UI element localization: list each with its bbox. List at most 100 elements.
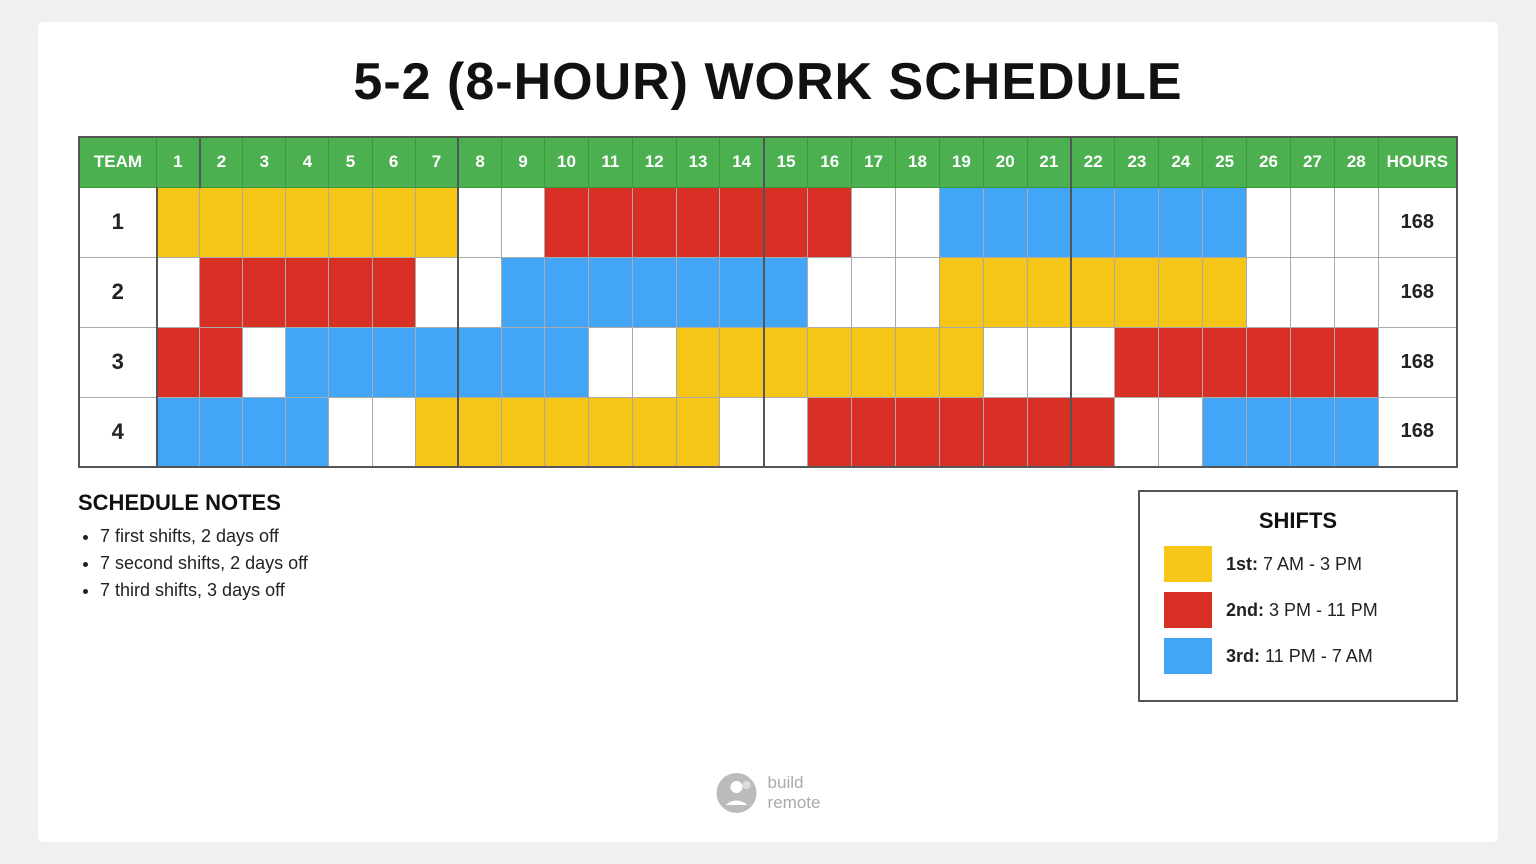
day-cell [764,257,808,327]
day-cell [243,327,286,397]
day-cell [764,397,808,467]
day-cell [808,257,852,327]
header-day-5: 5 [329,137,372,187]
day-cell [852,397,896,467]
day-cell [1290,327,1334,397]
hours-cell: 168 [1378,257,1457,327]
day-cell [157,187,200,257]
day-cell [329,327,372,397]
day-cell [243,187,286,257]
day-cell [1071,187,1115,257]
day-cell [458,327,501,397]
day-cell [983,327,1027,397]
day-cell [1027,257,1071,327]
day-cell [501,257,544,327]
team-cell: 2 [79,257,157,327]
day-cell [1203,187,1247,257]
day-cell [501,397,544,467]
day-cell [545,257,589,327]
day-cell [200,257,243,327]
header-day-17: 17 [852,137,896,187]
header-day-4: 4 [286,137,329,187]
header-day-12: 12 [632,137,676,187]
day-cell [1159,327,1203,397]
day-cell [1247,257,1291,327]
day-cell [157,327,200,397]
day-cell [415,327,458,397]
legend-label: 3rd: 11 PM - 7 AM [1226,646,1373,667]
day-cell [243,397,286,467]
day-cell [1334,397,1378,467]
day-cell [545,187,589,257]
day-cell [720,187,764,257]
header-day-25: 25 [1203,137,1247,187]
hours-cell: 168 [1378,397,1457,467]
day-cell [243,257,286,327]
header-day-19: 19 [939,137,983,187]
day-cell [286,397,329,467]
legend-label: 2nd: 3 PM - 11 PM [1226,600,1378,621]
day-cell [372,327,415,397]
legend-item: 2nd: 3 PM - 11 PM [1164,592,1432,628]
notes-title: SCHEDULE NOTES [78,490,1098,516]
day-cell [939,327,983,397]
day-cell [1115,327,1159,397]
table-row: 3168 [79,327,1457,397]
page-title: 5-2 (8-HOUR) WORK SCHEDULE [353,52,1182,112]
day-cell [808,327,852,397]
day-cell [372,257,415,327]
day-cell [939,397,983,467]
day-cell [200,187,243,257]
day-cell [1115,257,1159,327]
day-cell [588,397,632,467]
day-cell [1071,257,1115,327]
day-cell [286,327,329,397]
legend-title: SHIFTS [1164,508,1432,534]
day-cell [1203,257,1247,327]
header-day-7: 7 [415,137,458,187]
table-row: 1168 [79,187,1457,257]
day-cell [200,327,243,397]
header-day-8: 8 [458,137,501,187]
day-cell [939,187,983,257]
day-cell [676,327,720,397]
day-cell [676,257,720,327]
day-cell [896,187,940,257]
day-cell [1334,327,1378,397]
day-cell [286,257,329,327]
day-cell [852,257,896,327]
day-cell [1203,397,1247,467]
legend-box: SHIFTS 1st: 7 AM - 3 PM2nd: 3 PM - 11 PM… [1138,490,1458,702]
day-cell [720,257,764,327]
day-cell [458,397,501,467]
day-cell [415,187,458,257]
day-cell [501,187,544,257]
day-cell [764,187,808,257]
schedule-table: TEAM 1 2 3 4 5 6 7 8 9 10 11 12 13 14 15… [78,136,1458,468]
header-hours: HOURS [1378,137,1457,187]
day-cell [415,397,458,467]
day-cell [157,257,200,327]
day-cell [1071,327,1115,397]
day-cell [588,327,632,397]
header-day-28: 28 [1334,137,1378,187]
day-cell [1247,327,1291,397]
day-cell [676,397,720,467]
day-cell [1334,187,1378,257]
day-cell [1290,257,1334,327]
day-cell [1159,257,1203,327]
day-cell [983,397,1027,467]
header-day-14: 14 [720,137,764,187]
day-cell [720,397,764,467]
day-cell [764,327,808,397]
bottom-section: SCHEDULE NOTES 7 first shifts, 2 days of… [78,490,1458,812]
day-cell [200,397,243,467]
team-cell: 4 [79,397,157,467]
header-day-2: 2 [200,137,243,187]
hours-cell: 168 [1378,327,1457,397]
day-cell [676,187,720,257]
header-day-26: 26 [1247,137,1291,187]
header-team: TEAM [79,137,157,187]
day-cell [896,257,940,327]
legend-items: 1st: 7 AM - 3 PM2nd: 3 PM - 11 PM3rd: 11… [1164,546,1432,674]
